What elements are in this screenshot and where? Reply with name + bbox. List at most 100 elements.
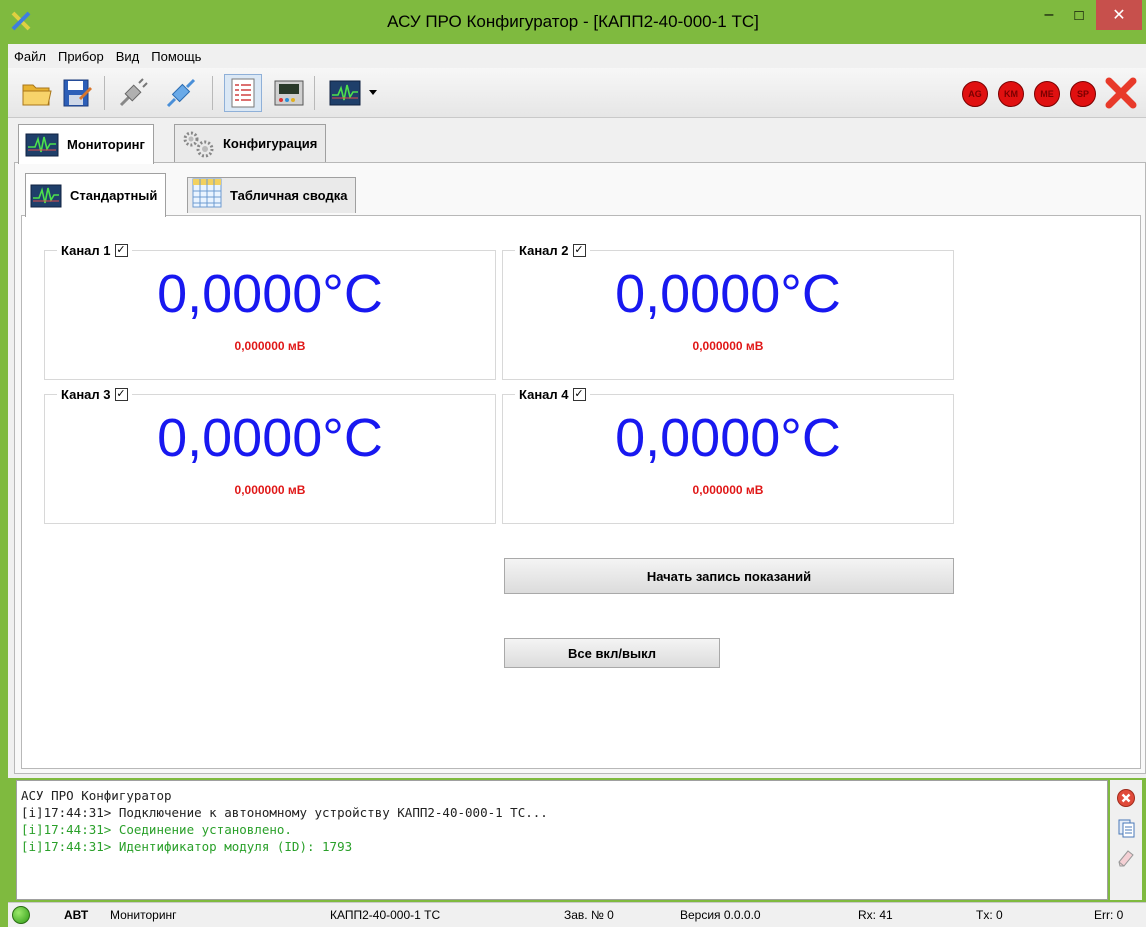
log-output[interactable]: АСУ ПРО Конфигуратор [i]17:44:31> Подклю… xyxy=(16,780,1108,900)
led-sp-label: SP xyxy=(1076,89,1089,99)
monitor-graph-icon xyxy=(329,80,361,106)
copy-log-button[interactable] xyxy=(1114,816,1138,840)
channel-4-group: Канал 4 ✓ 0,0000°C 0,000000 мВ xyxy=(502,387,954,524)
tab-configuration[interactable]: Конфигурация xyxy=(174,124,327,162)
maximize-icon: □ xyxy=(1074,6,1084,24)
close-window-button[interactable]: ✕ xyxy=(1096,0,1142,30)
status-rx: Rx: 41 xyxy=(858,908,893,922)
eraser-icon xyxy=(1118,850,1134,867)
channel-3-group: Канал 3 ✓ 0,0000°C 0,000000 мВ xyxy=(44,387,496,524)
status-version: Версия 0.0.0.0 xyxy=(680,908,761,922)
disconnect-button[interactable] xyxy=(114,74,152,112)
channel-2-group: Канал 2 ✓ 0,0000°C 0,000000 мВ xyxy=(502,243,954,380)
save-button[interactable] xyxy=(58,74,96,112)
menu-view[interactable]: Вид xyxy=(116,49,140,64)
maximize-button[interactable]: □ xyxy=(1064,0,1094,30)
status-tx: Tx: 0 xyxy=(976,908,1003,922)
tab-standard-label: Стандартный xyxy=(70,188,158,203)
toolbar: AG KM ME SP xyxy=(8,68,1146,118)
menu-help[interactable]: Помощь xyxy=(151,49,201,64)
channel-4-label: Канал 4 xyxy=(519,387,569,402)
tab-monitoring[interactable]: Мониторинг xyxy=(18,124,154,164)
menu-file[interactable]: Файл xyxy=(14,49,46,64)
menu-bar: Файл Прибор Вид Помощь xyxy=(8,44,1146,68)
channel-2-temperature: 0,0000°C xyxy=(615,264,841,324)
clear-log-button[interactable] xyxy=(1114,786,1138,810)
channel-1-group: Канал 1 ✓ 0,0000°C 0,000000 мВ xyxy=(44,243,496,380)
title-bar[interactable]: АСУ ПРО Конфигуратор - [КАПП2-40-000-1 Т… xyxy=(0,0,1146,44)
led-ag-label: AG xyxy=(968,89,982,99)
led-me[interactable]: ME xyxy=(1034,81,1060,107)
channel-3-legend: Канал 3 ✓ xyxy=(57,387,132,402)
status-serial: Зав. № 0 xyxy=(564,908,614,922)
channel-2-legend: Канал 2 ✓ xyxy=(515,243,590,258)
monitor-graph-icon xyxy=(25,133,59,156)
toolbar-separator xyxy=(314,76,315,110)
open-button[interactable] xyxy=(18,74,56,112)
clear-log-icon xyxy=(1117,789,1135,807)
led-sp[interactable]: SP xyxy=(1070,81,1096,107)
report-list-button[interactable] xyxy=(224,74,262,112)
channel-2-label: Канал 2 xyxy=(519,243,569,258)
menu-device[interactable]: Прибор xyxy=(58,49,104,64)
channel-4-temperature: 0,0000°C xyxy=(615,408,841,468)
standard-panel: Канал 1 ✓ 0,0000°C 0,000000 мВ Канал 2 ✓… xyxy=(21,215,1141,769)
log-line: [i]17:44:31> Подключение к автономному у… xyxy=(21,805,548,820)
connection-status-led-icon xyxy=(12,906,30,924)
toolbar-separator xyxy=(212,76,213,110)
tab-standard[interactable]: Стандартный xyxy=(25,173,167,217)
device-panel-button[interactable] xyxy=(270,74,308,112)
channel-1-temperature: 0,0000°C xyxy=(157,264,383,324)
channel-3-voltage: 0,000000 мВ xyxy=(234,483,306,497)
copy-log-icon xyxy=(1118,819,1135,838)
channel-2-checkbox[interactable]: ✓ xyxy=(572,244,586,257)
erase-log-button[interactable] xyxy=(1114,846,1138,870)
gears-icon xyxy=(183,131,214,157)
report-list-icon xyxy=(231,78,255,108)
log-line: [i]17:44:31> Соединение установлено. xyxy=(21,822,292,837)
log-toolbar xyxy=(1110,780,1142,900)
channel-4-voltage: 0,000000 мВ xyxy=(692,483,764,497)
log-line: [i]17:44:31> Идентификатор модуля (ID): … xyxy=(21,839,353,854)
main-pane: Мониторинг Конфигурация Стандартный Табл… xyxy=(8,118,1146,778)
tab-monitoring-label: Мониторинг xyxy=(67,137,145,152)
status-bar: АВТ Мониторинг КАПП2-40-000-1 ТС Зав. № … xyxy=(8,902,1146,927)
monitor-dropdown-button[interactable] xyxy=(364,74,382,112)
channel-3-checkbox[interactable]: ✓ xyxy=(114,388,128,401)
table-icon xyxy=(192,178,222,207)
status-mode: АВТ xyxy=(64,908,89,922)
channel-4-legend: Канал 4 ✓ xyxy=(515,387,590,402)
minimize-button[interactable]: – xyxy=(1034,0,1064,30)
led-km-label: KM xyxy=(1004,89,1018,99)
led-ag[interactable]: AG xyxy=(962,81,988,107)
toggle-all-button[interactable]: Все вкл/выкл xyxy=(504,638,720,668)
connect-plug-icon xyxy=(166,78,196,108)
channel-1-checkbox[interactable]: ✓ xyxy=(114,244,128,257)
channel-1-label: Канал 1 xyxy=(61,243,111,258)
save-icon xyxy=(63,79,92,107)
status-view: Мониторинг xyxy=(110,908,177,922)
channel-3-temperature: 0,0000°C xyxy=(157,408,383,468)
disconnect-plug-icon xyxy=(119,78,148,107)
open-folder-icon xyxy=(22,84,52,106)
start-recording-button[interactable]: Начать запись показаний xyxy=(504,558,954,594)
status-device: КАПП2-40-000-1 ТС xyxy=(330,908,441,922)
red-x-icon xyxy=(1105,77,1137,109)
connect-button[interactable] xyxy=(162,74,200,112)
tab-table-summary[interactable]: Табличная сводка xyxy=(187,177,357,213)
close-icon: ✕ xyxy=(1112,7,1126,24)
status-err: Err: 0 xyxy=(1094,908,1124,922)
monitor-graph-button[interactable] xyxy=(326,74,364,112)
app-window: АСУ ПРО Конфигуратор - [КАПП2-40-000-1 Т… xyxy=(0,0,1146,927)
device-panel-icon xyxy=(274,80,304,106)
minimize-icon: – xyxy=(1044,6,1054,23)
led-km[interactable]: KM xyxy=(998,81,1024,107)
log-line: АСУ ПРО Конфигуратор xyxy=(21,788,172,803)
channel-4-checkbox[interactable]: ✓ xyxy=(572,388,586,401)
channel-2-voltage: 0,000000 мВ xyxy=(692,339,764,353)
window-title: АСУ ПРО Конфигуратор - [КАПП2-40-000-1 Т… xyxy=(387,12,759,31)
led-me-label: ME xyxy=(1040,89,1054,99)
toolbar-separator xyxy=(104,76,105,110)
stop-button[interactable] xyxy=(1102,74,1140,112)
channel-1-legend: Канал 1 ✓ xyxy=(57,243,132,258)
